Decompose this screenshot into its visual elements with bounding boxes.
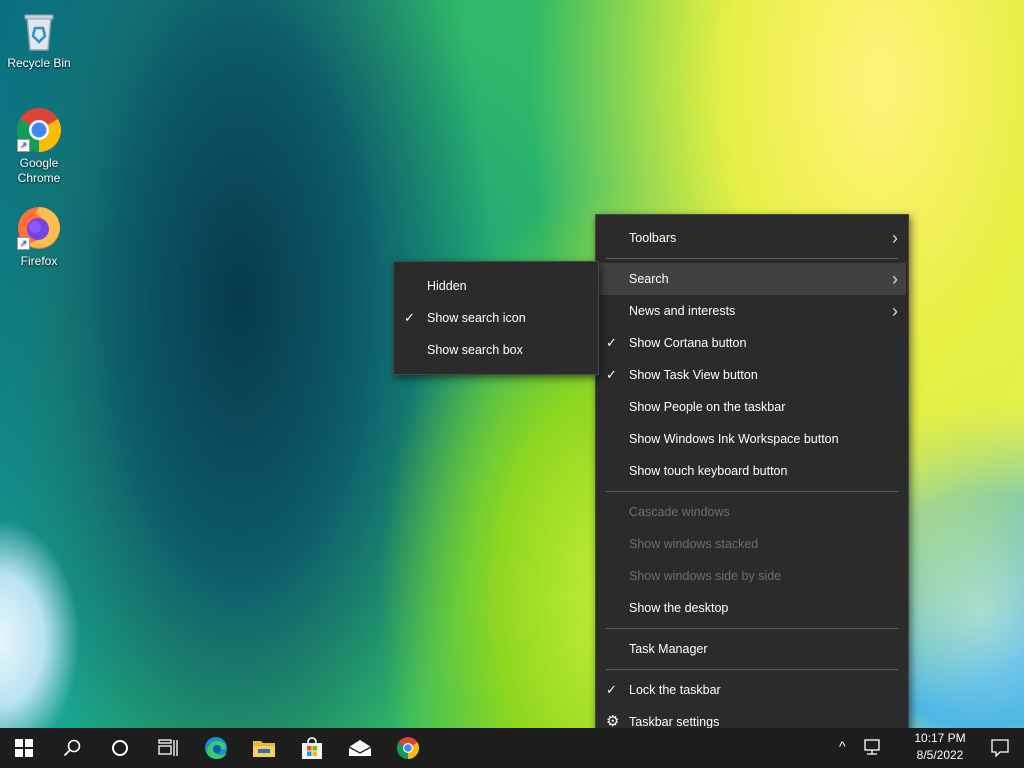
desktop-icon-label: Google Chrome xyxy=(17,156,61,185)
menu-separator xyxy=(606,669,898,670)
chevron-right-icon: › xyxy=(892,269,898,289)
menu-item-label: Show People on the taskbar xyxy=(629,400,786,414)
shortcut-arrow-icon: ↗ xyxy=(17,237,30,250)
cortana-circle-icon xyxy=(112,740,128,756)
menu-item-label: Show search icon xyxy=(427,311,526,325)
search-submenu: Hidden ✓ Show search icon Show search bo… xyxy=(393,261,599,375)
notification-icon xyxy=(991,739,1009,757)
menu-item-show-windows-ink[interactable]: Show Windows Ink Workspace button xyxy=(596,423,908,455)
show-hidden-icons-button[interactable]: ^ xyxy=(839,738,846,754)
menu-separator xyxy=(606,258,898,259)
menu-separator xyxy=(606,628,898,629)
network-icon[interactable] xyxy=(862,737,882,757)
menu-item-label: Show Task View button xyxy=(629,368,758,382)
task-view-button[interactable] xyxy=(144,728,192,768)
submenu-item-hidden[interactable]: Hidden xyxy=(394,270,598,302)
shortcut-arrow-icon: ↗ xyxy=(17,139,30,152)
chevron-right-icon: › xyxy=(892,301,898,321)
edge-button[interactable] xyxy=(192,728,240,768)
taskbar-clock[interactable]: 10:17 PM 8/5/2022 xyxy=(905,730,975,764)
menu-item-label: Show the desktop xyxy=(629,601,729,615)
search-button[interactable] xyxy=(48,728,96,768)
desktop-icon-recycle-bin[interactable]: Recycle Bin xyxy=(2,6,76,71)
menu-item-label: Search xyxy=(629,272,669,286)
menu-item-show-people[interactable]: Show People on the taskbar xyxy=(596,391,908,423)
mail-button[interactable] xyxy=(336,728,384,768)
menu-item-show-cortana-button[interactable]: ✓ Show Cortana button xyxy=(596,327,908,359)
file-explorer-button[interactable] xyxy=(240,728,288,768)
cortana-button[interactable] xyxy=(96,728,144,768)
checkmark-icon: ✓ xyxy=(606,335,617,350)
menu-item-label: Hidden xyxy=(427,279,467,293)
edge-icon xyxy=(205,737,227,760)
mail-icon xyxy=(348,740,372,756)
checkmark-icon: ✓ xyxy=(606,367,617,382)
menu-item-show-touch-keyboard[interactable]: Show touch keyboard button xyxy=(596,455,908,487)
desktop-icon-label: Firefox xyxy=(20,254,58,268)
recycle-bin-icon xyxy=(15,6,63,54)
submenu-item-show-search-icon[interactable]: ✓ Show search icon xyxy=(394,302,598,334)
chrome-icon xyxy=(397,737,419,759)
folder-icon xyxy=(253,741,275,757)
start-button[interactable] xyxy=(0,728,48,768)
store-button[interactable] xyxy=(288,728,336,768)
menu-item-show-task-view-button[interactable]: ✓ Show Task View button xyxy=(596,359,908,391)
menu-item-label: Taskbar settings xyxy=(629,715,720,729)
menu-separator xyxy=(606,491,898,492)
menu-item-label: Show windows side by side xyxy=(629,569,782,583)
chrome-button[interactable] xyxy=(384,728,432,768)
menu-item-label: Cascade windows xyxy=(629,505,730,519)
chrome-icon: ↗ xyxy=(15,106,63,154)
checkmark-icon: ✓ xyxy=(404,310,415,325)
menu-item-label: Toolbars xyxy=(629,231,677,245)
menu-item-label: Lock the taskbar xyxy=(629,683,721,697)
chevron-right-icon: › xyxy=(892,228,898,248)
clock-time: 10:17 PM xyxy=(914,731,966,745)
desktop-icon-google-chrome[interactable]: ↗ Google Chrome xyxy=(2,106,76,186)
desktop-icon-firefox[interactable]: ↗ Firefox xyxy=(2,204,76,269)
search-icon xyxy=(63,739,81,757)
microsoft-store-icon xyxy=(302,737,322,759)
menu-item-news-and-interests[interactable]: News and interests › xyxy=(596,295,908,327)
menu-item-label: Task Manager xyxy=(629,642,708,656)
menu-item-label: Show Windows Ink Workspace button xyxy=(629,432,839,446)
menu-item-label: Show touch keyboard button xyxy=(629,464,788,478)
menu-item-label: Show search box xyxy=(427,343,523,357)
submenu-item-show-search-box[interactable]: Show search box xyxy=(394,334,598,366)
menu-item-label: Show Cortana button xyxy=(629,336,747,350)
clock-date: 8/5/2022 xyxy=(916,748,964,762)
menu-item-show-windows-stacked: Show windows stacked xyxy=(596,528,908,560)
menu-item-label: Show windows stacked xyxy=(629,537,759,551)
task-view-icon xyxy=(158,739,178,756)
menu-item-cascade-windows: Cascade windows xyxy=(596,496,908,528)
firefox-icon: ↗ xyxy=(15,204,63,252)
menu-item-search[interactable]: Search › xyxy=(598,263,906,295)
menu-item-show-the-desktop[interactable]: Show the desktop xyxy=(596,592,908,624)
menu-item-label: News and interests xyxy=(629,304,736,318)
menu-item-task-manager[interactable]: Task Manager xyxy=(596,633,908,665)
checkmark-icon: ✓ xyxy=(606,682,617,697)
taskbar: ^ 10:17 PM 8/5/2022 xyxy=(0,728,1024,768)
menu-item-lock-the-taskbar[interactable]: ✓ Lock the taskbar xyxy=(596,674,908,706)
menu-item-toolbars[interactable]: Toolbars › xyxy=(596,222,908,254)
windows-logo-icon xyxy=(15,739,33,757)
menu-item-show-windows-side-by-side: Show windows side by side xyxy=(596,560,908,592)
action-center-button[interactable] xyxy=(976,728,1024,768)
taskbar-context-menu: Toolbars › Search › News and interests ›… xyxy=(595,214,909,746)
desktop-icon-label: Recycle Bin xyxy=(7,56,71,70)
